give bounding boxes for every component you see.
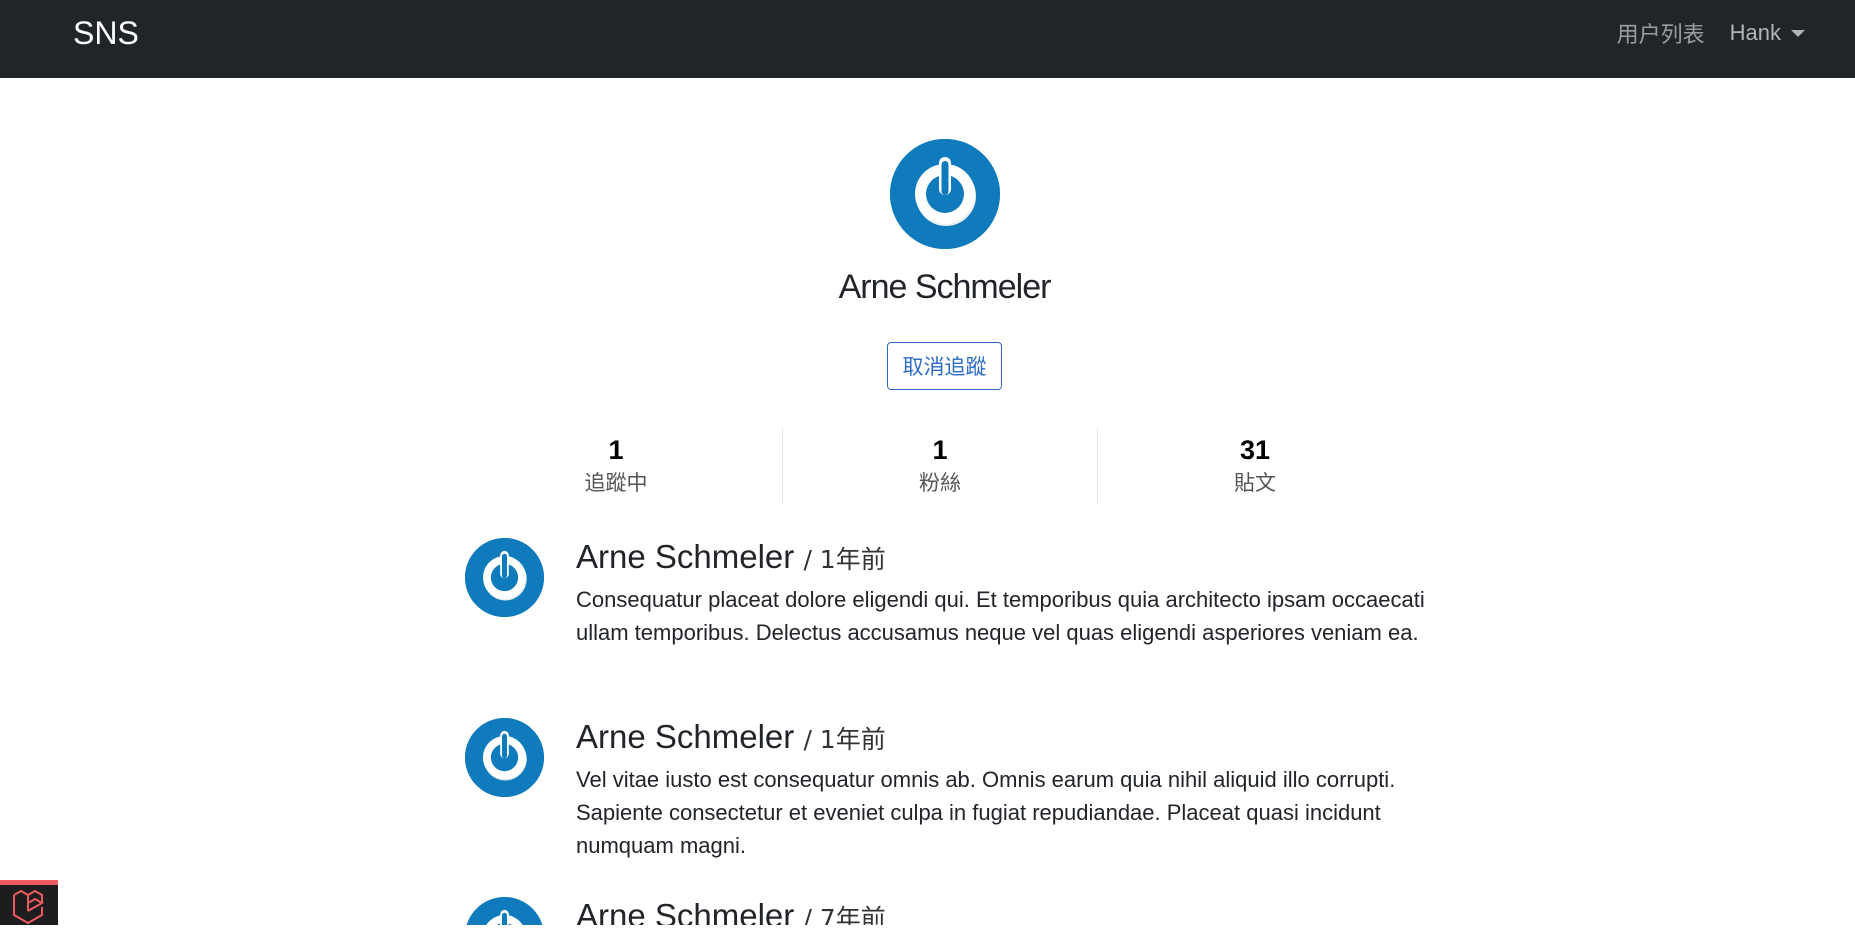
stat-following-count: 1 [608,435,624,465]
post-time: / 7年前 [803,904,886,925]
brand-logo-link[interactable]: SNS [73,0,139,78]
post-item: Arne Schmeler / 7年前 [0,897,1855,925]
gravatar-power-icon [890,139,1000,249]
gravatar-power-icon [466,897,543,925]
profile-name: Arne Schmeler [838,268,1052,306]
laravel-debugbar-toggle[interactable] [0,880,58,925]
post-author-link[interactable]: Arne Schmeler [576,718,794,755]
stat-followers[interactable]: 1 粉絲 [820,428,1060,503]
stat-followers-count: 1 [932,435,948,465]
post-text: Vel vitae iusto est consequatur omnis ab… [576,767,1396,858]
stat-posts-count: 31 [1239,435,1271,465]
post-time: / 1年前 [803,545,886,574]
post-avatar[interactable] [465,897,544,925]
laravel-logo-icon [13,889,45,925]
top-navbar: SNS 用户列表 Hank [0,0,1855,78]
stat-following-label: 追蹤中 [584,471,648,495]
profile-stats: 1 追蹤中 1 粉絲 31 貼文 [0,428,1855,503]
gravatar-power-icon [465,718,544,797]
post-text: Consequatur placeat dolore eligendi qui.… [576,587,1425,645]
post-avatar[interactable] [465,538,544,617]
user-menu-label: Hank [1729,20,1781,45]
post-author-link[interactable]: Arne Schmeler [576,897,794,925]
post-time: / 1年前 [803,725,886,754]
profile-avatar [890,139,1000,249]
navbar-right: 用户列表 Hank [1592,0,1805,66]
post-header: Arne Schmeler / 7年前 [576,897,886,925]
stat-posts[interactable]: 31 貼文 [1135,428,1375,503]
stat-followers-label: 粉絲 [919,471,961,495]
stat-posts-label: 貼文 [1234,471,1276,495]
caret-down-icon [1791,29,1805,37]
nav-link-user-list[interactable]: 用户列表 [1617,17,1705,49]
unfollow-button[interactable]: 取消追蹤 [887,342,1002,390]
gravatar-power-icon [465,538,544,617]
post-avatar[interactable] [465,718,544,797]
post-header: Arne Schmeler / 1年前 [576,718,886,756]
stats-divider [1097,428,1098,503]
post-author-link[interactable]: Arne Schmeler [576,538,794,575]
stats-divider [782,428,783,503]
post-header: Arne Schmeler / 1年前 [576,538,886,576]
stat-following[interactable]: 1 追蹤中 [496,428,736,503]
user-menu-dropdown[interactable]: Hank [1730,20,1805,46]
